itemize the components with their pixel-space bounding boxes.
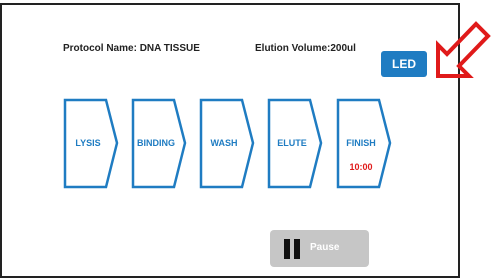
protocol-name-label: Protocol Name:	[63, 43, 137, 54]
step-wash[interactable]: WASH	[199, 98, 256, 189]
step-elute[interactable]: ELUTE	[267, 98, 324, 189]
step-label: ELUTE	[277, 138, 307, 148]
pause-icon	[284, 239, 302, 259]
annotation-arrow-icon	[436, 21, 491, 78]
step-label: FINISH	[346, 138, 376, 148]
led-button-label: LED	[392, 57, 416, 71]
finish-timer: 10:00	[349, 162, 373, 172]
step-binding[interactable]: BINDING	[131, 98, 188, 189]
elution-volume-text: Elution Volume:200ul	[255, 43, 356, 54]
elution-volume-value: 200ul	[330, 43, 356, 54]
step-finish[interactable]: FINISH 10:00	[336, 98, 393, 189]
led-button[interactable]: LED	[381, 51, 427, 77]
elution-volume-label: Elution Volume:	[255, 43, 331, 54]
step-label: LYSIS	[75, 138, 101, 148]
step-lysis[interactable]: LYSIS	[63, 98, 120, 189]
pause-button[interactable]: Pause	[270, 230, 369, 267]
step-label: BINDING	[137, 138, 175, 148]
step-label: WASH	[210, 138, 238, 148]
pause-button-label: Pause	[310, 242, 340, 253]
protocol-name-text: Protocol Name: DNA TISSUE	[63, 43, 200, 54]
protocol-name-value: DNA TISSUE	[139, 43, 200, 54]
